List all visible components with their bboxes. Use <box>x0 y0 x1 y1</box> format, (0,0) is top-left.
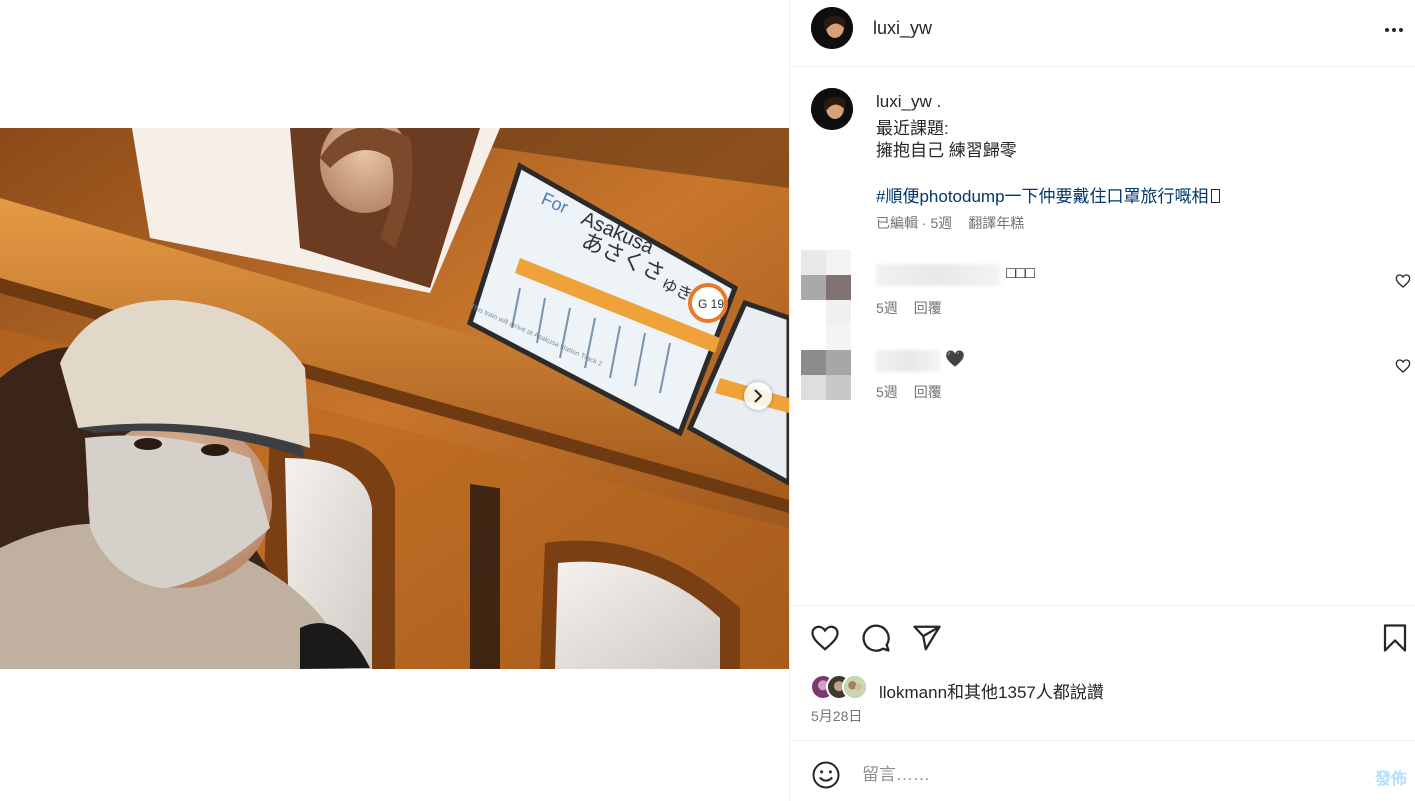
caption-meta: 已編輯 · 5週 翻譯年糕 <box>876 215 1025 231</box>
comment-composer: 發佈 <box>790 740 1415 801</box>
caption-hashtag[interactable]: #順便photodump一下仲要戴住口罩旅行嘅相 <box>876 182 1220 207</box>
caption-hashtag-text[interactable]: #順便photodump一下仲要戴住口罩旅行嘅相 <box>876 187 1209 206</box>
comment-age-2[interactable]: 5週 <box>876 384 898 400</box>
comment-avatar-1[interactable] <box>801 250 851 300</box>
comment-username-2[interactable] <box>876 350 940 372</box>
heart-icon[interactable] <box>1395 273 1411 289</box>
comment-text-2: 🖤 <box>945 349 965 368</box>
comment-age-1[interactable]: 5週 <box>876 300 898 316</box>
post-viewer: For Asakusa あさくさ ゆき G 19 This train will… <box>0 0 1415 801</box>
post-photo[interactable]: For Asakusa あさくさ ゆき G 19 This train will… <box>0 128 789 669</box>
likes-summary: llokmann和其他1357人都說讚 <box>879 678 1104 703</box>
comment-input[interactable] <box>862 761 1342 789</box>
media-pane: For Asakusa あさくさ ゆき G 19 This train will… <box>0 0 789 801</box>
bookmark-icon[interactable] <box>1380 623 1410 653</box>
caption-username: luxi_yw . <box>876 92 941 112</box>
next-photo-button[interactable] <box>744 382 772 410</box>
comment-meta-1: 5週 回覆 <box>876 298 942 318</box>
avatar[interactable] <box>811 7 853 49</box>
liker-avatar <box>842 674 868 700</box>
reply-button-1[interactable]: 回覆 <box>914 300 942 316</box>
header-username[interactable]: luxi_yw <box>873 18 932 39</box>
chevron-right-icon <box>754 389 763 403</box>
post-side-panel: luxi_yw luxi_yw . 最近課題: 擁抱自己 練習歸零 #順便pho… <box>789 0 1415 801</box>
likes-rest[interactable]: 和其他1357人都說讚 <box>947 683 1104 702</box>
comment-meta-2: 5週 回覆 <box>876 382 942 402</box>
comment-avatar-2[interactable] <box>801 350 851 400</box>
action-bar: llokmann和其他1357人都說讚 5月28日 <box>790 605 1415 740</box>
comment-icon[interactable] <box>861 623 891 653</box>
missing-glyph <box>1210 189 1220 203</box>
heart-icon[interactable] <box>1395 358 1411 374</box>
emoji-icon[interactable] <box>811 760 841 790</box>
caption-suffix: . <box>931 92 942 111</box>
liker-username[interactable]: llokmann <box>879 683 947 702</box>
comment-text-1: □□□ <box>1006 265 1035 282</box>
heart-icon[interactable] <box>810 623 840 653</box>
comment-avatar-1-ext <box>801 300 851 350</box>
comment-username-1[interactable] <box>876 264 1000 286</box>
caption-age: 5週 <box>930 215 953 231</box>
sign-code-text: G 19 <box>698 297 724 311</box>
edited-label: 已編輯 <box>876 215 918 231</box>
caption-line-2: 擁抱自己 練習歸零 <box>876 141 1017 160</box>
translate-link[interactable]: 翻譯年糕 <box>968 215 1024 231</box>
share-icon[interactable] <box>912 623 942 653</box>
caption-avatar[interactable] <box>811 88 853 130</box>
caption-username-link[interactable]: luxi_yw <box>876 92 932 111</box>
post-date[interactable]: 5月28日 <box>811 706 862 726</box>
liker-avatars[interactable] <box>810 674 880 700</box>
post-header: luxi_yw <box>790 0 1415 67</box>
reply-button-2[interactable]: 回覆 <box>914 384 942 400</box>
more-icon[interactable] <box>1382 18 1406 42</box>
post-button[interactable]: 發佈 <box>1375 765 1407 789</box>
